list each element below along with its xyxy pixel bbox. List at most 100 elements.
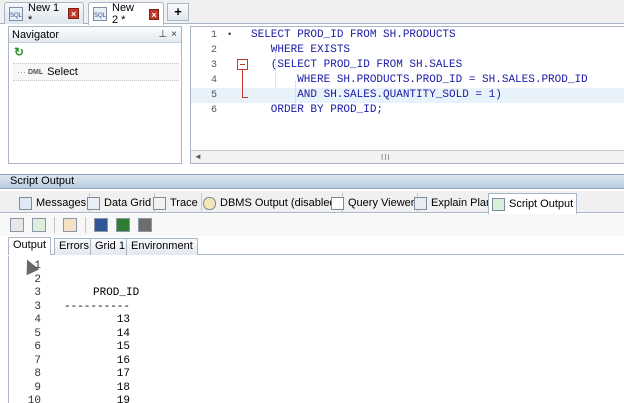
line-number: 5 <box>210 90 217 101</box>
sql-file-icon: SQL <box>93 7 107 21</box>
script-output-panel-title: Script Output <box>0 174 624 189</box>
output-value: 13 <box>64 314 131 326</box>
script-output-text[interactable]: 1 2 3 PROD_ID 3 ---------- 4 13 5 14 6 1… <box>8 256 624 403</box>
tab-explain-plan[interactable]: Explain Plan <box>411 193 497 213</box>
code-line[interactable]: 6 ORDER BY PROD_ID; <box>191 103 624 118</box>
tab-errors[interactable]: Errors <box>54 238 94 255</box>
output-line-number: 6 <box>34 341 41 353</box>
copy-icon[interactable] <box>63 218 77 232</box>
output-value: 18 <box>64 381 131 394</box>
scrollbar-grip[interactable]: III <box>381 153 391 162</box>
explain-plan-icon <box>414 196 427 210</box>
add-tab-button[interactable]: + <box>167 3 189 21</box>
tab-messages[interactable]: Messages <box>16 193 91 213</box>
tree-item-label: Select <box>47 66 78 78</box>
doc-tab-new-2[interactable]: SQL New 2 * × <box>88 2 164 26</box>
tab-label: Data Grid <box>104 197 152 209</box>
collapse-icon[interactable] <box>237 59 248 70</box>
doc-tab-label: New 2 * <box>112 2 135 26</box>
column-header: PROD_ID <box>93 287 140 299</box>
tree-line-icon: ··· <box>17 67 26 77</box>
output-line: 2 <box>9 274 624 288</box>
code-text: ORDER BY PROD_ID; <box>251 104 384 116</box>
save-icon[interactable] <box>94 218 108 232</box>
tab-grid-1[interactable]: Grid 1 <box>90 238 130 255</box>
output-line-number: 10 <box>27 395 41 403</box>
navigator-title: Navigator <box>12 28 60 41</box>
fold-guide <box>242 70 243 98</box>
output-value: 15 <box>64 341 131 353</box>
refresh-icon[interactable]: ↻ <box>14 45 24 59</box>
pin-icon[interactable]: ⊥ <box>158 29 167 40</box>
code-text: SELECT PROD_ID FROM SH.PRODUCTS <box>251 29 456 41</box>
tab-label: DBMS Output (disabled) <box>220 197 340 209</box>
sql-file-icon: SQL <box>9 6 23 21</box>
query-viewer-icon <box>331 196 344 210</box>
output-row: 9 18 <box>9 382 624 396</box>
horizontal-scrollbar[interactable]: ◄ III <box>191 150 624 163</box>
toolbar-separator <box>85 217 86 233</box>
doc-tab-new-1[interactable]: SQL New 1 * × <box>4 2 84 26</box>
code-text: (SELECT PROD_ID FROM SH.SALES <box>251 59 463 71</box>
code-line[interactable]: 1 • SELECT PROD_ID FROM SH.PRODUCTS <box>191 28 624 43</box>
line-number: 4 <box>210 75 217 86</box>
tab-output[interactable]: Output <box>8 237 52 255</box>
close-icon[interactable]: × <box>171 29 177 40</box>
tab-script-output[interactable]: Script Output <box>488 193 578 214</box>
navigator-header: Navigator ⊥ × <box>9 27 181 43</box>
output-line-number: 2 <box>34 273 41 286</box>
output-row: 10 19 <box>9 395 624 403</box>
tab-label: Trace <box>170 197 198 209</box>
output-toolbar <box>0 214 624 236</box>
document-tab-bar: SQL New 1 * × SQL New 2 * × + <box>0 0 624 26</box>
code-text: WHERE EXISTS <box>251 44 351 56</box>
output-line-number: 1 <box>34 260 41 272</box>
output-panel-tabs: Messages Data Grid Trace DBMS Output (di… <box>0 191 624 214</box>
close-icon[interactable]: × <box>148 8 159 20</box>
tab-environment[interactable]: Environment <box>126 238 198 255</box>
fold-end <box>242 97 248 98</box>
current-statement-marker: • <box>227 30 233 40</box>
tab-query-viewer[interactable]: Query Viewer <box>328 193 419 213</box>
output-row: 8 17 <box>9 368 624 382</box>
tab-dbms-output[interactable]: DBMS Output (disabled) <box>200 193 344 213</box>
output-line-number: 3 <box>34 287 41 299</box>
clear-icon[interactable] <box>10 218 24 232</box>
output-line-number: 9 <box>34 381 41 394</box>
output-row: 6 15 <box>9 341 624 355</box>
output-line-number: 7 <box>34 354 41 367</box>
tab-trace[interactable]: Trace <box>150 193 202 213</box>
navigator-tree-item[interactable]: ··· DML Select <box>13 63 179 81</box>
tab-label: Query Viewer <box>348 197 415 209</box>
output-line-number: 5 <box>34 327 41 340</box>
output-row: 5 14 <box>9 328 624 342</box>
code-line-current[interactable]: 5 AND SH.SALES.QUANTITY_SOLD = 1) <box>191 88 624 103</box>
output-line: 3 ---------- <box>9 301 624 315</box>
filter-icon[interactable] <box>32 218 46 232</box>
excel-icon[interactable] <box>116 218 130 232</box>
tab-data-grid[interactable]: Data Grid <box>84 193 156 213</box>
code-line[interactable]: 3 (SELECT PROD_ID FROM SH.SALES <box>191 58 624 73</box>
code-line[interactable]: 4 WHERE SH.PRODUCTS.PROD_ID = SH.SALES.P… <box>191 73 624 88</box>
tab-label: Script Output <box>509 198 574 210</box>
output-value: 14 <box>64 327 131 340</box>
close-icon[interactable]: × <box>68 8 79 19</box>
output-row: 4 13 <box>9 314 624 328</box>
navigator-panel: Navigator ⊥ × ↻ ··· DML Select <box>8 26 182 164</box>
output-line-number: 3 <box>34 300 41 313</box>
line-number: 6 <box>210 105 217 116</box>
output-line: 3 PROD_ID <box>9 287 624 301</box>
code-text: AND SH.SALES.QUANTITY_SOLD = 1) <box>251 89 502 101</box>
trace-icon <box>153 196 166 210</box>
messages-icon <box>19 196 32 210</box>
print-icon[interactable] <box>138 218 152 232</box>
output-sub-tabs: Output Errors Grid 1 Environment <box>8 237 624 255</box>
code-line[interactable]: 2 WHERE EXISTS <box>191 43 624 58</box>
output-line-number: 4 <box>34 314 41 326</box>
column-underline: ---------- <box>64 300 131 313</box>
line-number: 3 <box>210 60 217 71</box>
scroll-left-icon[interactable]: ◄ <box>194 152 202 161</box>
line-number: 1 <box>210 30 217 41</box>
tab-label: Explain Plan <box>431 197 493 209</box>
sql-editor[interactable]: 1 • SELECT PROD_ID FROM SH.PRODUCTS 2 WH… <box>190 26 624 164</box>
